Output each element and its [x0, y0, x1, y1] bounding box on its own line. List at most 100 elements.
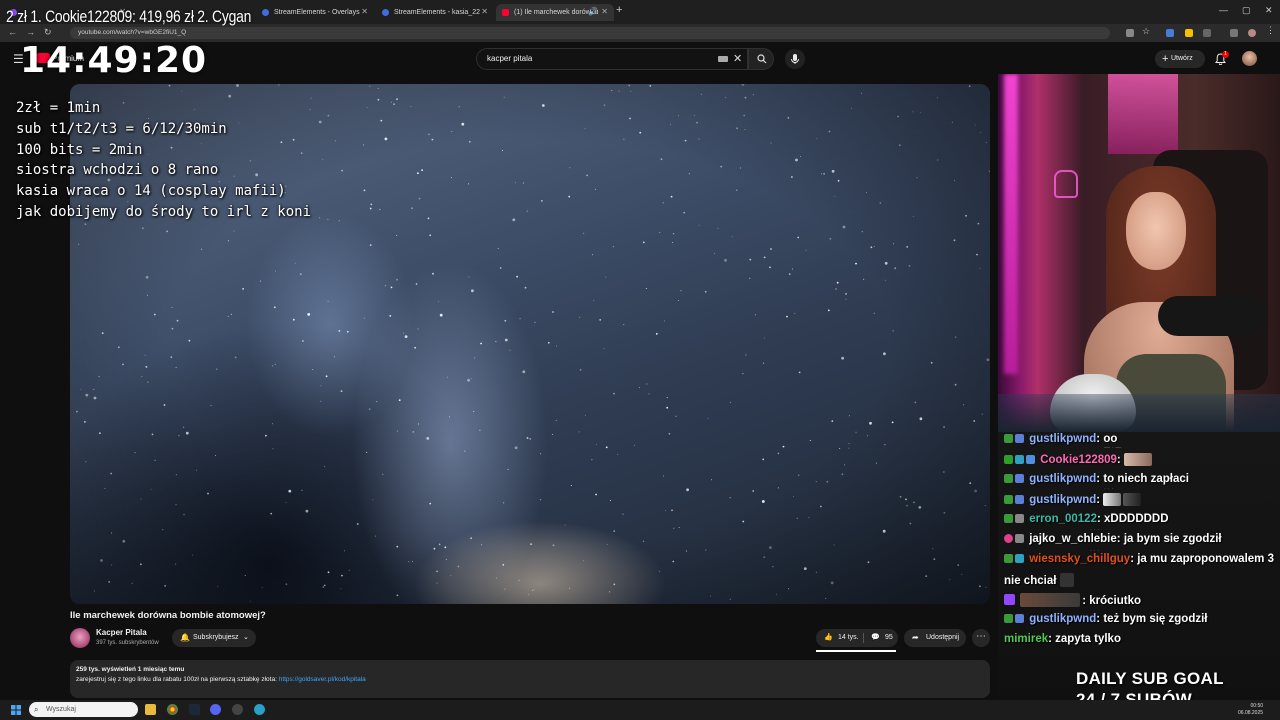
- speaker-icon[interactable]: 🔊: [588, 7, 598, 16]
- chat-username[interactable]: gustlikpwnd: [1029, 473, 1096, 485]
- new-tab-button[interactable]: +: [616, 4, 622, 16]
- obs-icon[interactable]: [232, 704, 243, 715]
- like-count[interactable]: 14 tys.: [838, 629, 859, 647]
- subscribed-button[interactable]: 🔔 Subskrybujesz ⌄: [172, 629, 256, 647]
- emote-icon: [1059, 573, 1074, 587]
- channel-name[interactable]: Kacper Pitala: [96, 628, 147, 637]
- description-link[interactable]: https://goldsaver.pl/kod/kpitala: [279, 676, 366, 683]
- browser-tab[interactable]: StreamElements - kasia_22 ✕: [376, 4, 494, 21]
- description-text: zarejestruj się z tego linku dla rabatu …: [76, 676, 366, 683]
- chat-username[interactable]: erron_00122: [1029, 513, 1097, 525]
- menu-kebab-icon[interactable]: ⋮: [1266, 25, 1275, 35]
- chat-message: gustlikpwnd: też bym się zgodził: [1004, 613, 1208, 625]
- comment-count[interactable]: 95: [885, 629, 893, 647]
- chat-text: ja mu zaproponowalem 3: [1137, 553, 1274, 565]
- close-tab-icon[interactable]: ✕: [481, 7, 488, 16]
- chat-message: mimirek: zapyta tylko: [1004, 633, 1121, 645]
- subscriber-badge-icon: [1015, 554, 1024, 563]
- chat-username[interactable]: jajko_w_chlebie: [1029, 533, 1117, 545]
- bits-badge-icon: [1026, 455, 1035, 464]
- chat-text: ja bym sie zgodził: [1123, 533, 1222, 545]
- chat-message: gustlikpwnd: oo: [1004, 433, 1117, 445]
- chat-username[interactable]: gustlikpwnd: [1029, 433, 1096, 445]
- moderator-badge-icon: [1004, 514, 1013, 523]
- thumbs-up-icon[interactable]: 👍: [824, 629, 833, 647]
- profile-avatar[interactable]: [1248, 29, 1256, 37]
- steam-icon[interactable]: [189, 704, 200, 715]
- install-app-icon[interactable]: [1126, 29, 1134, 37]
- browser-tab-active[interactable]: (1) Ile marchewek dorównu 🔊 ✕: [496, 4, 614, 21]
- sidebar-icon[interactable]: [1230, 29, 1238, 37]
- minimize-button[interactable]: —: [1219, 5, 1228, 15]
- voice-search-button[interactable]: [785, 49, 805, 69]
- subathon-timer: 14:49:20: [20, 40, 208, 81]
- moderator-badge-icon: [1004, 614, 1013, 623]
- extensions-puzzle-icon[interactable]: [1203, 29, 1211, 37]
- chat-username[interactable]: gustlikpwnd: [1029, 494, 1096, 506]
- bookmark-star-icon[interactable]: ☆: [1142, 26, 1150, 36]
- reload-button[interactable]: ↻: [44, 27, 52, 38]
- back-button[interactable]: ←: [8, 27, 17, 37]
- chat-username[interactable]: mimirek: [1004, 633, 1048, 645]
- share-icon: ➦: [912, 633, 919, 642]
- search-input[interactable]: kacper pitala: [476, 48, 748, 70]
- windows-start-icon[interactable]: [11, 705, 21, 715]
- moderator-badge-icon: [1004, 434, 1013, 443]
- chrome-icon[interactable]: [167, 704, 178, 715]
- subscriber-badge-icon: [1015, 614, 1024, 623]
- chat-username[interactable]: wiesnsky_chillguy: [1029, 553, 1130, 565]
- chat-text: króciutko: [1089, 595, 1141, 607]
- subscriber-badge-icon: [1015, 495, 1024, 504]
- keyboard-icon[interactable]: [718, 56, 728, 62]
- url-field[interactable]: youtube.com/watch?v=wbGE2fiU1_Q: [70, 27, 1110, 39]
- subscriber-badge-icon: [1015, 534, 1024, 543]
- like-dislike-group: 👍 14 tys. 💬 95: [816, 629, 898, 647]
- channel-avatar[interactable]: [70, 628, 90, 648]
- rule-line: jak dobijemy do środy to irl z koni: [16, 203, 312, 220]
- search-button[interactable]: [748, 48, 774, 70]
- chat-username[interactable]: gustlikpwnd: [1029, 613, 1096, 625]
- maximize-button[interactable]: ▢: [1242, 5, 1251, 16]
- notification-count-badge: 1: [1222, 51, 1229, 58]
- subscriber-badge-icon: [1015, 514, 1024, 523]
- comment-icon[interactable]: 💬: [871, 629, 880, 647]
- more-actions-button[interactable]: ⋯: [972, 629, 990, 647]
- taskbar-search-box[interactable]: ⌕ Wyszukaj: [29, 702, 138, 717]
- bell-icon: 🔔: [180, 633, 190, 642]
- chat-message: gustlikpwnd: to niech zapłaci: [1004, 473, 1189, 485]
- close-window-button[interactable]: ✕: [1265, 5, 1273, 16]
- search-icon: ⌕: [34, 705, 39, 714]
- top-donors-overlay: 2 zł 1. Cookie122809: 419,96 zł 2. Cygan: [6, 7, 252, 26]
- app-icon[interactable]: [254, 704, 265, 715]
- close-tab-icon[interactable]: ✕: [361, 7, 368, 16]
- microphone-icon: [791, 54, 799, 64]
- neon-light-strip: [1004, 74, 1018, 374]
- clear-search-icon[interactable]: ✕: [733, 52, 742, 65]
- rule-line: sub t1/t2/t3 = 6/12/30min: [16, 120, 227, 137]
- divider: [863, 633, 864, 643]
- create-button[interactable]: + Utwórz: [1155, 50, 1205, 68]
- clock-time: 00:50: [1250, 703, 1264, 709]
- account-avatar[interactable]: [1242, 51, 1257, 66]
- clock-date: 06.08.2025: [1238, 710, 1264, 716]
- share-button[interactable]: ➦ Udostępnij: [904, 629, 966, 647]
- chat-message: nie chciał: [1004, 573, 1076, 587]
- moderator-badge-icon: [1004, 495, 1013, 504]
- extension-icon[interactable]: [1185, 29, 1193, 37]
- close-tab-icon[interactable]: ✕: [601, 7, 608, 16]
- extension-icon[interactable]: [1166, 29, 1174, 37]
- description-stats: 259 tys. wyświetleń 1 miesiąc temu: [76, 666, 185, 673]
- forward-button[interactable]: →: [26, 27, 35, 37]
- chevron-down-icon: ⌄: [243, 634, 249, 641]
- discord-icon[interactable]: [210, 704, 221, 715]
- rule-line: siostra wchodzi o 8 rano: [16, 162, 219, 179]
- browser-tab[interactable]: StreamElements - Overlays ✕: [256, 4, 374, 21]
- subscriber-badge-icon: [1015, 455, 1024, 464]
- video-description[interactable]: 259 tys. wyświetleń 1 miesiąc temu zarej…: [70, 660, 990, 698]
- taskbar-clock[interactable]: 00:50 06.08.2025: [1238, 703, 1263, 717]
- file-explorer-icon[interactable]: [145, 704, 156, 715]
- chat-username[interactable]: Cookie122809: [1040, 454, 1117, 466]
- search-icon: [757, 54, 767, 64]
- pink-light-panel: [1108, 74, 1178, 154]
- emote-icon: [1020, 593, 1081, 607]
